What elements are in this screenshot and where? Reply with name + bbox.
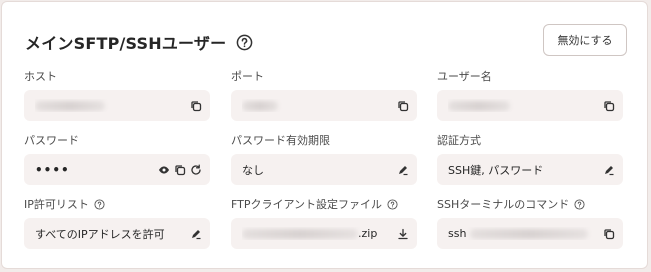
ssh-command-value: ssh [448,227,603,240]
username-input[interactable] [437,90,623,121]
password-expiry-value: なし [242,163,264,177]
auth-method-label: 認証方式 [437,134,481,147]
username-field: ユーザー名 [437,68,623,121]
eye-icon[interactable] [158,164,170,176]
password-expiry-input[interactable]: なし [231,154,417,185]
host-input[interactable] [24,90,210,121]
ip-allowlist-field: IP許可リスト すべてのIPアドレスを許可 [24,196,210,249]
host-value [35,99,190,112]
question-circle-icon[interactable] [94,198,105,210]
ftp-config-file-label: FTPクライアント設定ファイル [231,198,383,211]
host-field: ホスト [24,68,210,121]
port-value [242,99,397,112]
password-expiry-field: パスワード有効期限 なし [231,132,417,185]
ftp-config-file-value: .zip [242,227,397,240]
pencil-icon[interactable] [603,164,615,176]
ssh-command-field: SSHターミナルのコマンド ssh [437,196,623,249]
password-input[interactable]: •••• [24,154,210,185]
copy-icon[interactable] [190,100,202,112]
question-circle-icon[interactable] [236,34,253,51]
section-header: メインSFTP/SSHユーザー [25,30,253,54]
copy-icon[interactable] [603,100,615,112]
password-field: パスワード •••• [24,132,210,185]
ssh-command-input[interactable]: ssh [437,218,623,249]
username-label: ユーザー名 [437,70,492,83]
ftp-config-file-input[interactable]: .zip [231,218,417,249]
ip-allowlist-label: IP許可リスト [24,198,89,211]
copy-icon[interactable] [174,164,186,176]
password-expiry-label: パスワード有効期限 [231,134,330,147]
ssh-command-label: SSHターミナルのコマンド [437,198,570,211]
auth-method-field: 認証方式 SSH鍵, パスワード [437,132,623,185]
host-label: ホスト [24,70,57,83]
ftp-config-file-field: FTPクライアント設定ファイル .zip [231,196,417,249]
question-circle-icon[interactable] [574,198,585,210]
download-icon[interactable] [397,228,409,240]
port-field: ポート [231,68,417,121]
pencil-icon[interactable] [190,228,202,240]
pencil-icon[interactable] [397,164,409,176]
ftp-config-label-row: FTPクライアント設定ファイル [231,196,417,212]
question-circle-icon[interactable] [387,198,398,210]
disable-button[interactable]: 無効にする [543,24,627,56]
ssh-command-label-row: SSHターミナルのコマンド [437,196,623,212]
section-title: メインSFTP/SSHユーザー [25,34,227,53]
ip-allowlist-label-row: IP許可リスト [24,196,210,212]
auth-method-value: SSH鍵, パスワード [448,163,544,177]
copy-icon[interactable] [397,100,409,112]
ip-allowlist-input[interactable]: すべてのIPアドレスを許可 [24,218,210,249]
password-value: •••• [35,162,70,177]
ssh-command-prefix: ssh [448,227,467,240]
sftp-ssh-user-card: メインSFTP/SSHユーザー 無効にする ホスト ポート ユーザー名 パスワー… [1,1,648,269]
password-label: パスワード [24,134,79,147]
username-value [448,99,603,112]
port-input[interactable] [231,90,417,121]
ip-allowlist-value: すべてのIPアドレスを許可 [35,227,165,241]
copy-icon[interactable] [603,228,615,240]
ftp-config-file-ext: .zip [358,227,378,240]
refresh-icon[interactable] [190,164,202,176]
port-label: ポート [231,70,264,83]
auth-method-input[interactable]: SSH鍵, パスワード [437,154,623,185]
